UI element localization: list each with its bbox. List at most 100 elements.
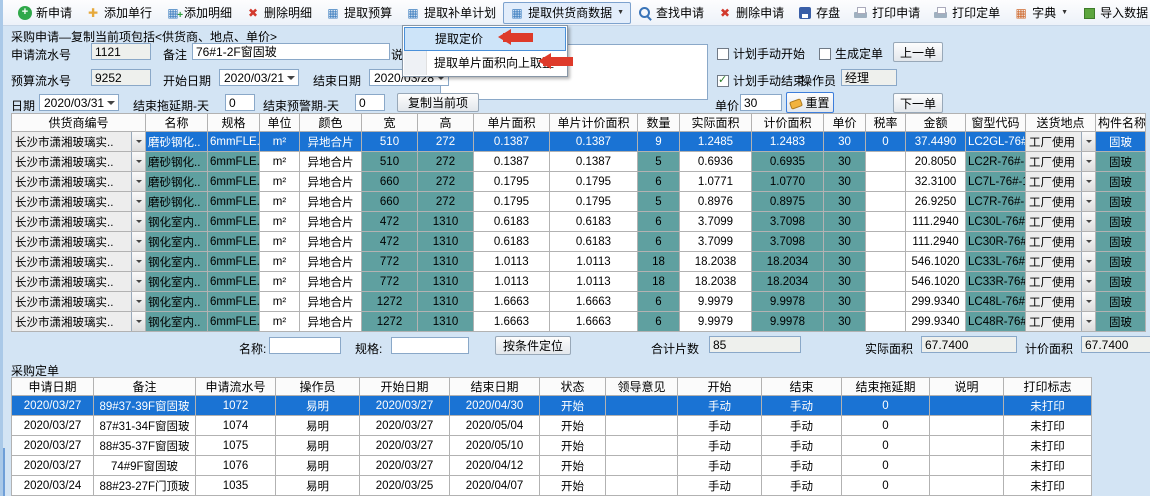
cell-name[interactable]: 磨砂钢化.. <box>146 152 208 172</box>
cell-calc_area[interactable]: 0.6935 <box>752 152 824 172</box>
toolbar-button-save[interactable]: 存盘 <box>791 2 847 24</box>
combo-cell[interactable]: 工厂使用 <box>1026 292 1095 311</box>
cell-supplier[interactable]: 长沙市潇湘玻璃实.. <box>12 292 146 312</box>
cell-tax[interactable] <box>866 212 906 232</box>
unit-price-input[interactable] <box>740 94 782 111</box>
cell-win_code[interactable]: LC30R-76#.. <box>966 232 1026 252</box>
cell-delivery[interactable]: 工厂使用 <box>1026 232 1096 252</box>
cell-unit_price[interactable]: 30 <box>824 292 866 312</box>
cell-operator[interactable]: 易明 <box>276 396 360 416</box>
cell-end_mode[interactable]: 手动 <box>762 456 842 476</box>
cell-piece_area[interactable]: 1.0113 <box>474 252 550 272</box>
toolbar-button-delete-detail[interactable]: 删除明细 <box>239 2 319 24</box>
budget-no-input[interactable] <box>91 69 151 86</box>
cell-supplier[interactable]: 长沙市潇湘玻璃实.. <box>12 252 146 272</box>
cell-delivery[interactable]: 工厂使用 <box>1026 132 1096 152</box>
filter-spec-input[interactable] <box>391 337 469 354</box>
cell-width[interactable]: 510 <box>362 152 418 172</box>
cell-tax[interactable] <box>866 152 906 172</box>
cell-color[interactable]: 异地合片 <box>300 232 362 252</box>
cell-spec[interactable]: 6mmFLE.. <box>208 132 260 152</box>
dropdown-arrow-icon[interactable] <box>1081 192 1095 211</box>
cell-qty[interactable]: 9 <box>638 132 680 152</box>
cell-tax[interactable] <box>866 292 906 312</box>
next-order-button[interactable]: 下一单 <box>893 93 943 113</box>
cell-print_flag[interactable]: 未打印 <box>1004 456 1092 476</box>
cell-tax[interactable] <box>866 192 906 212</box>
combo-cell[interactable]: 长沙市潇湘玻璃实.. <box>12 212 145 231</box>
cell-piece_calc_area[interactable]: 1.6663 <box>550 312 638 332</box>
cell-width[interactable]: 472 <box>362 212 418 232</box>
combo-cell[interactable]: 长沙市潇湘玻璃实.. <box>12 232 145 251</box>
cell-spec[interactable]: 6mmFLE.. <box>208 212 260 232</box>
combo-cell[interactable]: 长沙市潇湘玻璃实.. <box>12 152 145 171</box>
cell-qty[interactable]: 6 <box>638 172 680 192</box>
cell-end_mode[interactable]: 手动 <box>762 476 842 496</box>
cell-serial[interactable]: 1072 <box>196 396 276 416</box>
cell-width[interactable]: 660 <box>362 192 418 212</box>
cell-start_mode[interactable]: 手动 <box>678 456 762 476</box>
cell-piece_area[interactable]: 1.0113 <box>474 272 550 292</box>
cell-actual_area[interactable]: 0.8976 <box>680 192 752 212</box>
cell-piece_area[interactable]: 0.1387 <box>474 132 550 152</box>
cell-supplier[interactable]: 长沙市潇湘玻璃实.. <box>12 152 146 172</box>
cell-leader_opinion[interactable] <box>606 476 678 496</box>
cell-calc_area[interactable]: 3.7098 <box>752 212 824 232</box>
dropdown-arrow-icon[interactable] <box>1081 312 1095 331</box>
cell-win_code[interactable]: LC33R-76#.. <box>966 272 1026 292</box>
toolbar-button-delete-request[interactable]: 删除申请 <box>711 2 791 24</box>
cell-end_date[interactable]: 2020/04/12 <box>450 456 540 476</box>
cell-spec[interactable]: 6mmFLE.. <box>208 272 260 292</box>
cell-spec[interactable]: 6mmFLE.. <box>208 252 260 272</box>
cell-start_date[interactable]: 2020/03/27 <box>360 396 450 416</box>
cell-unit[interactable]: m² <box>260 192 300 212</box>
combo-cell[interactable]: 长沙市潇湘玻璃实.. <box>12 252 145 271</box>
cell-calc_area[interactable]: 0.8975 <box>752 192 824 212</box>
cell-note[interactable] <box>930 476 1004 496</box>
end-delay-input[interactable] <box>225 94 255 111</box>
cell-calc_area[interactable]: 9.9978 <box>752 312 824 332</box>
cell-supplier[interactable]: 长沙市潇湘玻璃实.. <box>12 312 146 332</box>
cell-remark[interactable]: 74#9F窗固玻 <box>94 456 196 476</box>
cell-calc_area[interactable]: 1.2483 <box>752 132 824 152</box>
cell-delivery[interactable]: 工厂使用 <box>1026 312 1096 332</box>
cell-amount[interactable]: 20.8050 <box>906 152 966 172</box>
cell-unit[interactable]: m² <box>260 312 300 332</box>
combo-cell[interactable]: 长沙市潇湘玻璃实.. <box>12 192 145 211</box>
dropdown-arrow-icon[interactable] <box>131 232 145 251</box>
locate-by-condition-button[interactable]: 按条件定位 <box>495 336 571 355</box>
combo-cell[interactable]: 工厂使用 <box>1026 312 1095 331</box>
cell-unit_price[interactable]: 30 <box>824 132 866 152</box>
cell-print_flag[interactable]: 未打印 <box>1004 416 1092 436</box>
cell-piece_area[interactable]: 1.6663 <box>474 292 550 312</box>
cell-tax[interactable] <box>866 272 906 292</box>
cell-note[interactable] <box>930 416 1004 436</box>
toolbar-button-print[interactable]: 打印申请 <box>847 2 927 24</box>
dropdown-arrow-icon[interactable] <box>131 152 145 171</box>
cell-remark[interactable]: 88#35-37F窗固玻 <box>94 436 196 456</box>
cell-piece_calc_area[interactable]: 0.6183 <box>550 232 638 252</box>
cell-height[interactable]: 272 <box>418 132 474 152</box>
cell-delivery[interactable]: 工厂使用 <box>1026 212 1096 232</box>
end-warning-input[interactable] <box>355 94 385 111</box>
cell-serial[interactable]: 1075 <box>196 436 276 456</box>
cell-height[interactable]: 272 <box>418 152 474 172</box>
table-row[interactable]: 长沙市潇湘玻璃实..磨砂钢化..6mmFLE..m²异地合片6602720.17… <box>12 172 1146 192</box>
combo-cell[interactable]: 工厂使用 <box>1026 272 1095 291</box>
cell-piece_area[interactable]: 0.1795 <box>474 192 550 212</box>
cell-leader_opinion[interactable] <box>606 416 678 436</box>
cell-print_flag[interactable]: 未打印 <box>1004 436 1092 456</box>
combo-cell[interactable]: 工厂使用 <box>1026 172 1095 191</box>
dropdown-arrow-icon[interactable] <box>131 292 145 311</box>
cell-component[interactable]: 固玻 <box>1096 152 1146 172</box>
cell-amount[interactable]: 32.3100 <box>906 172 966 192</box>
cell-name[interactable]: 磨砂钢化.. <box>146 192 208 212</box>
cell-unit[interactable]: m² <box>260 232 300 252</box>
cell-qty[interactable]: 5 <box>638 192 680 212</box>
cell-piece_calc_area[interactable]: 1.0113 <box>550 272 638 292</box>
cell-name[interactable]: 钢化室内.. <box>146 312 208 332</box>
cell-note[interactable] <box>930 436 1004 456</box>
dropdown-arrow-icon[interactable] <box>1081 272 1095 291</box>
cell-supplier[interactable]: 长沙市潇湘玻璃实.. <box>12 192 146 212</box>
cell-piece_area[interactable]: 1.6663 <box>474 312 550 332</box>
